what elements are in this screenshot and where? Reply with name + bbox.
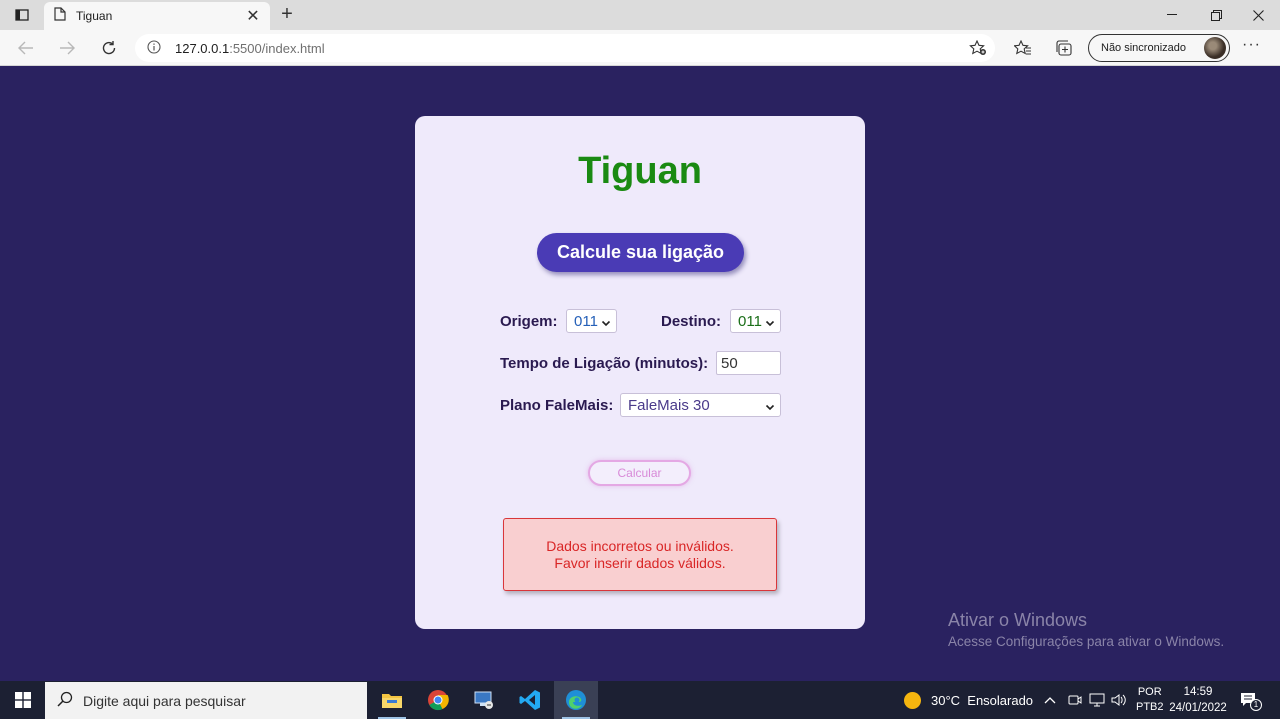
clock-time: 14:59	[1183, 686, 1213, 698]
back-icon[interactable]	[12, 36, 40, 60]
page-icon	[54, 6, 66, 26]
notification-icon[interactable]: 1	[1240, 681, 1262, 719]
tempo-value: 50	[721, 354, 738, 372]
profile-label: Não sincronizado	[1101, 42, 1186, 54]
tempo-input[interactable]: 50	[716, 351, 781, 375]
clock-date: 24/01/2022	[1169, 702, 1227, 714]
weather-widget[interactable]: 30°C Ensolarado	[904, 681, 1033, 719]
destino-label: Destino:	[661, 313, 721, 330]
plano-select[interactable]: FaleMais 30	[620, 393, 781, 417]
more-menu-icon[interactable]: ···	[1242, 36, 1261, 54]
browser-tab-bar: Tiguan ✕ +	[0, 0, 1280, 30]
favorites-icon[interactable]	[1012, 38, 1034, 58]
calcular-button[interactable]: Calcular	[588, 460, 691, 486]
address-bar[interactable]: 127.0.0.1:5500/index.html	[135, 34, 995, 62]
plano-value: FaleMais 30	[628, 396, 710, 414]
error-line-1: Dados incorretos ou inválidos.	[546, 537, 734, 554]
edge-icon[interactable]	[554, 681, 598, 719]
origem-select[interactable]: 011	[566, 309, 617, 333]
window-close-icon[interactable]	[1236, 0, 1280, 30]
tab-actions-icon[interactable]	[8, 4, 36, 26]
profile-button[interactable]: Não sincronizado	[1088, 34, 1230, 62]
destino-select[interactable]: 011	[730, 309, 781, 333]
error-line-2: Favor inserir dados válidos.	[554, 554, 726, 571]
avatar	[1204, 37, 1226, 59]
taskbar-search[interactable]: Digite aqui para pesquisar	[45, 682, 367, 719]
url-host: 127.0.0.1	[175, 40, 230, 56]
error-message: Dados incorretos ou inválidos. Favor ins…	[503, 518, 777, 591]
header-pill: Calcule sua ligação	[537, 233, 744, 272]
forward-icon[interactable]	[53, 36, 81, 60]
lang-top: POR	[1137, 686, 1162, 698]
network-icon[interactable]	[1089, 681, 1105, 719]
tempo-label: Tempo de Ligação (minutos):	[500, 355, 709, 372]
refresh-icon[interactable]	[95, 36, 123, 60]
activation-watermark: Ativar o Windows Acesse Configurações pa…	[948, 610, 1224, 649]
search-placeholder: Digite aqui para pesquisar	[83, 692, 246, 709]
chevron-down-icon	[765, 315, 775, 332]
new-tab-button[interactable]: +	[275, 3, 299, 27]
origem-value: 011	[574, 312, 598, 330]
tray-chevron-icon[interactable]	[1044, 681, 1056, 719]
clock[interactable]: 14:59 24/01/2022	[1169, 681, 1227, 719]
destino-value: 011	[738, 312, 762, 330]
windows-start-icon[interactable]	[0, 681, 45, 719]
taskbar: Digite aqui para pesquisar 30°C Ensolara…	[0, 681, 1280, 719]
weather-text: 30°C Ensolarado	[931, 692, 1034, 708]
volume-icon[interactable]	[1111, 681, 1127, 719]
browser-toolbar: 127.0.0.1:5500/index.html Não sincroniza…	[0, 30, 1280, 66]
file-explorer-icon[interactable]	[370, 681, 414, 719]
url-path: :5500/index.html	[229, 40, 325, 56]
restore-icon[interactable]	[1194, 0, 1238, 30]
language-indicator[interactable]: POR PTB2	[1136, 681, 1164, 719]
add-favorite-icon[interactable]	[969, 39, 987, 59]
notification-count: 1	[1250, 699, 1262, 711]
remote-desktop-icon[interactable]	[462, 681, 506, 719]
chevron-down-icon	[765, 399, 775, 416]
tab-title: Tiguan	[76, 9, 113, 23]
watermark-title: Ativar o Windows	[948, 610, 1088, 630]
chrome-icon[interactable]	[416, 681, 460, 719]
info-icon[interactable]	[147, 39, 161, 57]
search-icon	[57, 691, 73, 710]
plano-label: Plano FaleMais:	[500, 397, 614, 414]
tab-close-icon[interactable]: ✕	[244, 6, 262, 26]
sun-icon	[904, 691, 921, 709]
watermark-subtitle: Acesse Configurações para ativar o Windo…	[948, 634, 1225, 649]
collections-icon[interactable]	[1053, 38, 1075, 58]
minimize-icon[interactable]	[1150, 0, 1194, 30]
meet-now-icon[interactable]	[1068, 681, 1082, 719]
chevron-down-icon	[601, 315, 611, 332]
vscode-icon[interactable]	[508, 681, 552, 719]
lang-bottom: PTB2	[1136, 701, 1164, 713]
origem-label: Origem:	[500, 313, 558, 330]
browser-tab[interactable]: Tiguan ✕	[44, 2, 270, 30]
